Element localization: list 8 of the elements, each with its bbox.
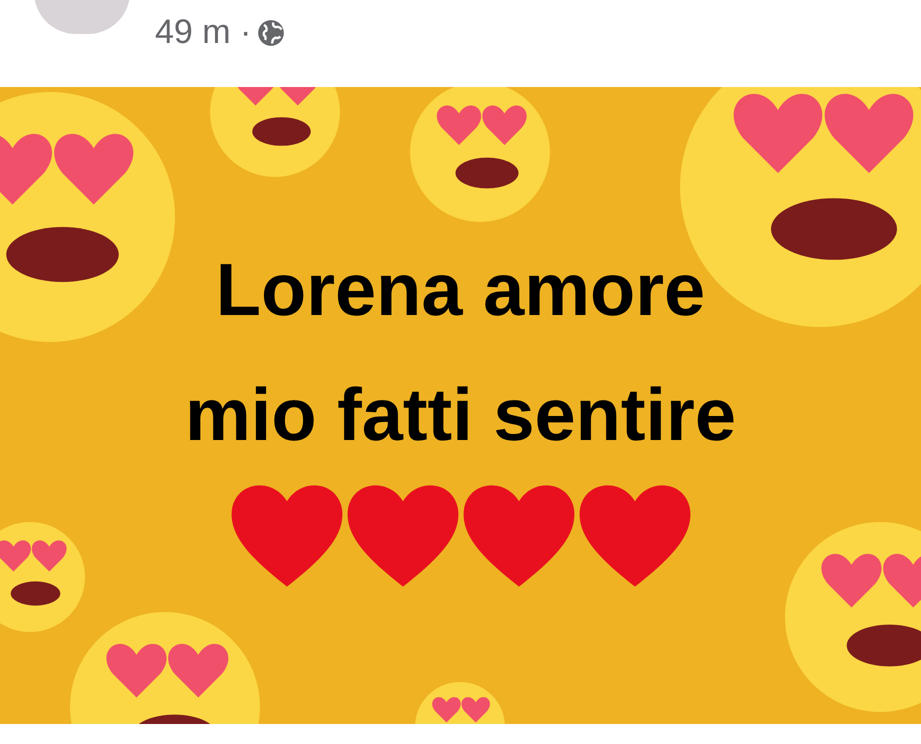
heart-icon — [344, 483, 460, 589]
post-time: 49 m · — [155, 12, 252, 53]
heart-icon — [576, 483, 692, 589]
globe-icon — [257, 19, 286, 47]
heart-icon — [228, 483, 344, 589]
post-message: Lorena amore — [216, 247, 706, 333]
post-message: mio fatti sentire — [185, 372, 736, 458]
heart-icon — [460, 483, 576, 589]
